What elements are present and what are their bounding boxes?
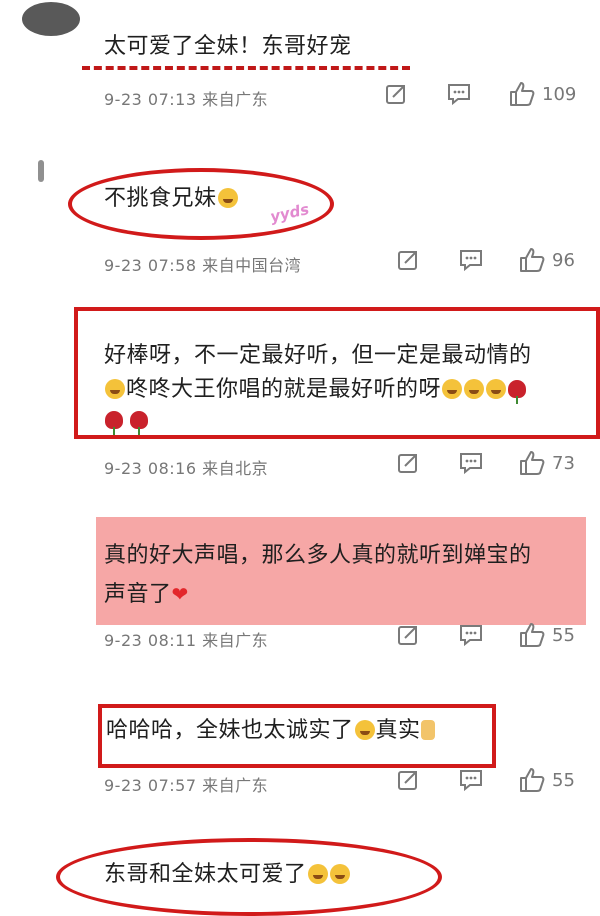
comment-button[interactable]	[446, 82, 472, 106]
comment-text-line2: 咚咚大王你唱的就是最好听的呀	[104, 373, 527, 407]
rose-icon	[508, 380, 527, 404]
dashed-underline	[82, 66, 410, 70]
comment-meta: 9-23 08:16 来自北京	[104, 459, 269, 478]
comment-text: 不挑食兄妹	[104, 182, 239, 216]
comment-item: 好棒呀，不一定最好听，但一定是最动情的 咚咚大王你唱的就是最好听的呀 9-23 …	[0, 305, 600, 485]
emoji	[486, 379, 507, 399]
rose-icon	[105, 411, 123, 435]
rose-icon	[130, 411, 149, 435]
heart-icon: ❤	[171, 582, 189, 606]
comment-text-line1: 真的好大声唱，那么多人真的就听到婵宝的	[104, 543, 532, 568]
like-count: 73	[552, 452, 575, 474]
comment-icon	[460, 770, 482, 792]
comment-item: 太可爱了全妹！东哥好宠 9-23 07:13 来自广东 109	[0, 0, 600, 130]
share-button[interactable]	[396, 248, 420, 272]
like-icon	[520, 768, 545, 792]
emoji	[307, 864, 328, 884]
comment-text: 哈哈哈，全妹也太诚实了 真实	[106, 714, 435, 748]
share-icon	[398, 251, 417, 270]
comment-text-line2: 声音了❤	[104, 582, 189, 607]
comment-text: 太可爱了全妹！东哥好宠	[104, 34, 352, 59]
comment-button[interactable]	[458, 451, 484, 475]
like-button[interactable]: 55	[518, 766, 575, 794]
rose-row	[104, 411, 149, 435]
comment-icon	[460, 625, 482, 647]
share-icon	[398, 626, 417, 645]
like-count: 55	[552, 769, 575, 791]
like-button[interactable]: 73	[518, 449, 575, 477]
comment-icon	[448, 84, 470, 106]
comment-meta: 9-23 07:58 来自中国台湾	[104, 256, 302, 275]
comment-item: 东哥和全妹太可爱了	[0, 828, 600, 916]
share-icon	[398, 454, 417, 473]
like-icon	[520, 623, 545, 647]
like-button[interactable]: 55	[518, 621, 575, 649]
like-count: 55	[552, 624, 575, 646]
emoji	[464, 379, 485, 399]
share-icon	[386, 85, 405, 104]
emoji	[105, 379, 125, 399]
comment-item: 哈哈哈，全妹也太诚实了 真实 9-23 07:57 来自广东 55	[0, 690, 600, 810]
comment-meta: 9-23 08:11 来自广东	[104, 631, 269, 650]
comment-text-line1: 好棒呀，不一定最好听，但一定是最动情的	[104, 343, 532, 368]
comment-item: 真的好大声唱，那么多人真的就听到婵宝的 声音了❤ 9-23 08:11 来自广东…	[0, 515, 600, 665]
emoji	[329, 864, 350, 884]
comment-button[interactable]	[458, 768, 484, 792]
comment-button[interactable]	[458, 248, 484, 272]
thumbs-up-emoji	[420, 720, 435, 740]
like-count: 109	[542, 83, 577, 105]
like-icon	[520, 451, 545, 475]
share-button[interactable]	[396, 451, 420, 475]
like-icon	[510, 82, 535, 106]
comment-item: 不挑食兄妹 yyds 9-23 07:58 来自中国台湾 96	[0, 160, 600, 280]
emoji	[442, 379, 463, 399]
like-icon	[520, 248, 545, 272]
like-button[interactable]: 109	[508, 80, 576, 108]
comment-icon	[460, 453, 482, 475]
comment-text: 东哥和全妹太可爱了	[104, 858, 351, 892]
comment-icon	[460, 250, 482, 272]
comment-meta: 9-23 07:13 来自广东	[104, 90, 269, 109]
emoji	[354, 720, 375, 740]
share-icon	[398, 771, 417, 790]
like-count: 96	[552, 249, 575, 271]
share-button[interactable]	[384, 82, 408, 106]
like-button[interactable]: 96	[518, 246, 575, 274]
laugh-emoji	[217, 188, 238, 208]
share-button[interactable]	[396, 768, 420, 792]
share-button[interactable]	[396, 623, 420, 647]
comment-button[interactable]	[458, 623, 484, 647]
comment-meta: 9-23 07:57 来自广东	[104, 776, 269, 795]
